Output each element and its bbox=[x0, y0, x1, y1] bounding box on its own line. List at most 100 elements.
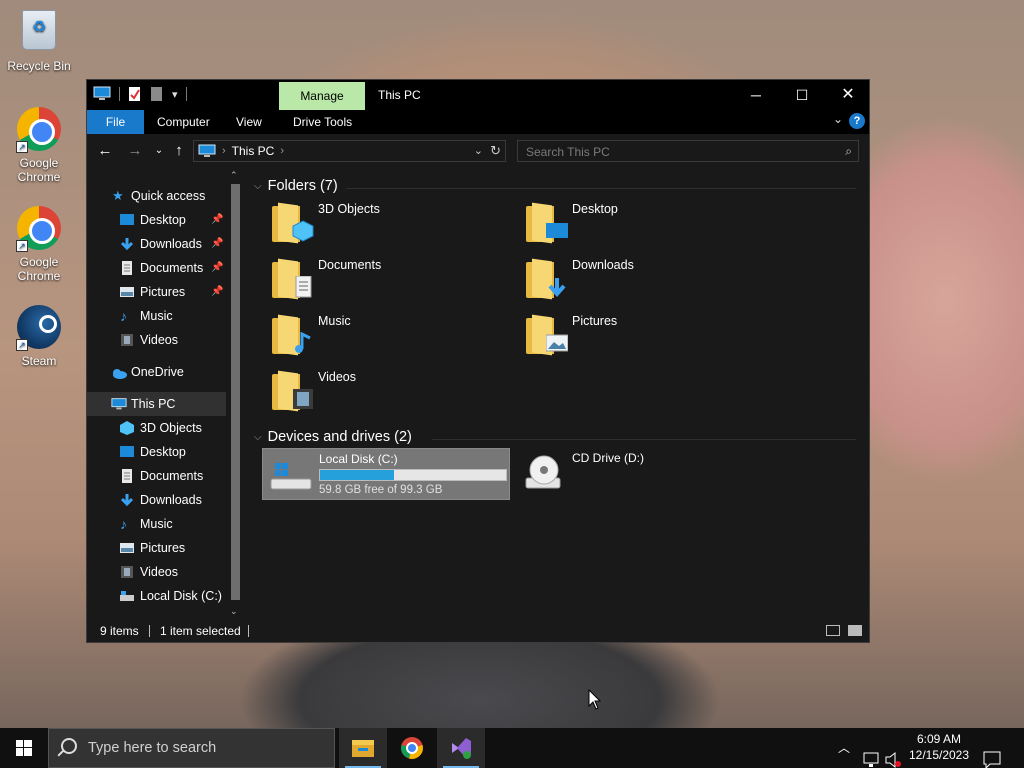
drive-local-disk-c[interactable]: Local Disk (C:) 59.8 GB free of 99.3 GB bbox=[262, 448, 510, 500]
tab-file[interactable]: File bbox=[87, 110, 144, 134]
folder-icon bbox=[526, 258, 566, 300]
folder-videos[interactable]: Videos bbox=[262, 366, 502, 418]
nav-quick-access[interactable]: ★ Quick access bbox=[87, 184, 226, 208]
clock-time: 6:09 AM bbox=[916, 732, 962, 746]
nav-pc-3d-objects[interactable]: 3D Objects bbox=[87, 416, 226, 440]
nav-scrollbar-thumb[interactable] bbox=[231, 184, 240, 600]
drive-usage-fill bbox=[320, 470, 395, 480]
nav-pc-downloads[interactable]: Downloads bbox=[87, 488, 226, 512]
tab-drive-tools[interactable]: Drive Tools bbox=[283, 110, 362, 134]
music-icon: ♪ bbox=[120, 308, 127, 324]
close-button[interactable]: ✕ bbox=[825, 80, 871, 110]
folder-downloads[interactable]: Downloads bbox=[516, 254, 756, 306]
search-box[interactable]: Search This PC ⌕ bbox=[517, 140, 859, 162]
scroll-up-icon[interactable]: ⌃ bbox=[230, 170, 238, 181]
taskbar-chrome[interactable] bbox=[388, 728, 436, 768]
window-title: This PC bbox=[378, 88, 421, 102]
show-hidden-icons[interactable]: ︿ bbox=[838, 739, 850, 768]
music-icon bbox=[295, 332, 311, 353]
details-view-icon[interactable] bbox=[826, 625, 840, 636]
folder-documents[interactable]: Documents bbox=[262, 254, 502, 306]
windows-drive-icon bbox=[270, 463, 312, 490]
help-icon[interactable]: ? bbox=[849, 113, 865, 129]
folder-3d-objects[interactable]: 3D Objects bbox=[262, 198, 502, 250]
up-button[interactable]: ↑ bbox=[170, 142, 188, 159]
maximize-button[interactable]: ☐ bbox=[779, 80, 825, 110]
nav-quick-videos[interactable]: Videos bbox=[87, 328, 226, 352]
this-pc-icon bbox=[93, 86, 111, 100]
cd-drive-icon bbox=[525, 455, 561, 489]
drives-group-header[interactable]: ⌵ Devices and drives (2) bbox=[254, 429, 412, 445]
breadcrumb-this-pc[interactable]: This PC bbox=[232, 144, 275, 158]
steam-icon: ↗ bbox=[16, 305, 62, 351]
system-clock[interactable]: 6:09 AM 12/15/2023 bbox=[900, 731, 978, 763]
nav-quick-downloads[interactable]: Downloads 📌 bbox=[87, 232, 226, 256]
forward-button[interactable]: → bbox=[126, 142, 144, 159]
desktop-icon-recycle-bin[interactable]: Recycle Bin bbox=[2, 10, 76, 73]
breadcrumb-chevron-icon[interactable]: › bbox=[222, 145, 226, 157]
nav-pc-desktop[interactable]: Desktop bbox=[87, 440, 226, 464]
recent-locations-icon[interactable]: ⌄ bbox=[150, 145, 168, 156]
tab-view[interactable]: View bbox=[226, 110, 272, 134]
documents-icon bbox=[122, 469, 132, 483]
nav-pc-pictures[interactable]: Pictures bbox=[87, 536, 226, 560]
windows-start-icon[interactable] bbox=[0, 728, 48, 768]
desktop-folder-icon bbox=[120, 446, 134, 457]
group-divider bbox=[432, 439, 856, 440]
nav-onedrive[interactable]: OneDrive bbox=[87, 360, 226, 384]
recycle-bin-icon bbox=[16, 10, 62, 56]
nav-pc-videos[interactable]: Videos bbox=[87, 560, 226, 584]
folders-group-header[interactable]: ⌵ Folders (7) bbox=[254, 178, 338, 194]
collapse-icon[interactable]: ⌵ bbox=[254, 432, 262, 443]
nav-quick-pictures[interactable]: Pictures 📌 bbox=[87, 280, 226, 304]
taskbar-search-box[interactable]: Type here to search bbox=[48, 728, 335, 768]
breadcrumb-chevron-icon[interactable]: › bbox=[280, 145, 284, 157]
pictures-icon bbox=[120, 287, 134, 297]
drive-usage-bar bbox=[319, 469, 507, 481]
address-bar[interactable]: › This PC › ⌄ ↻ bbox=[193, 140, 506, 162]
taskbar-search-input[interactable]: Type here to search bbox=[88, 740, 216, 756]
customize-qat-icon[interactable]: ▾ bbox=[172, 88, 178, 101]
new-folder-icon[interactable] bbox=[150, 86, 164, 102]
nav-pc-local-disk[interactable]: Local Disk (C:) bbox=[87, 584, 226, 608]
minimize-button[interactable]: ─ bbox=[733, 80, 779, 110]
title-bar[interactable]: ▾ Manage This PC ─ ☐ ✕ bbox=[87, 80, 869, 110]
pictures-icon bbox=[546, 334, 568, 352]
tab-manage[interactable]: Manage bbox=[279, 82, 365, 110]
taskbar-visual-studio[interactable] bbox=[437, 728, 485, 768]
properties-icon[interactable] bbox=[128, 86, 142, 102]
back-button[interactable]: ← bbox=[96, 142, 114, 159]
nav-quick-music[interactable]: ♪ Music bbox=[87, 304, 226, 328]
nav-quick-documents[interactable]: Documents 📌 bbox=[87, 256, 226, 280]
desktop-icon-google-chrome-1[interactable]: ↗ Google Chrome bbox=[2, 107, 76, 184]
tab-computer[interactable]: Computer bbox=[147, 110, 220, 134]
action-center-icon[interactable] bbox=[982, 740, 1002, 768]
music-icon: ♪ bbox=[120, 516, 127, 532]
collapse-icon[interactable]: ⌵ bbox=[254, 181, 262, 192]
star-icon: ★ bbox=[112, 188, 124, 203]
nav-pc-documents[interactable]: Documents bbox=[87, 464, 226, 488]
chrome-icon: ↗ bbox=[16, 107, 62, 153]
scroll-down-icon[interactable]: ⌄ bbox=[230, 606, 238, 617]
chrome-icon bbox=[401, 737, 423, 759]
drive-cd-d[interactable]: CD Drive (D:) bbox=[516, 448, 756, 500]
desktop-icon-steam[interactable]: ↗ Steam bbox=[2, 305, 76, 368]
quick-access-toolbar: ▾ bbox=[93, 86, 187, 102]
large-icons-view-icon[interactable] bbox=[848, 625, 862, 636]
nav-quick-desktop[interactable]: Desktop 📌 bbox=[87, 208, 226, 232]
folder-desktop[interactable]: Desktop bbox=[516, 198, 756, 250]
network-icon[interactable] bbox=[862, 740, 880, 768]
folder-pictures[interactable]: Pictures bbox=[516, 310, 756, 362]
folder-music[interactable]: Music bbox=[262, 310, 502, 362]
nav-pc-music[interactable]: ♪ Music bbox=[87, 512, 226, 536]
search-icon[interactable]: ⌕ bbox=[845, 144, 852, 159]
visual-studio-icon bbox=[452, 738, 471, 759]
taskbar-file-explorer[interactable] bbox=[339, 728, 387, 768]
refresh-icon[interactable]: ↻ bbox=[490, 143, 501, 159]
desktop-icon-google-chrome-2[interactable]: ↗ Google Chrome bbox=[2, 206, 76, 283]
content-pane: ⌵ Folders (7) 3D Objects Desktop Documen… bbox=[246, 168, 866, 620]
expand-ribbon-icon[interactable]: ⌄ bbox=[833, 112, 843, 126]
search-input[interactable]: Search This PC bbox=[526, 145, 610, 159]
address-dropdown-icon[interactable]: ⌄ bbox=[474, 144, 483, 157]
nav-this-pc[interactable]: This PC bbox=[87, 392, 226, 416]
